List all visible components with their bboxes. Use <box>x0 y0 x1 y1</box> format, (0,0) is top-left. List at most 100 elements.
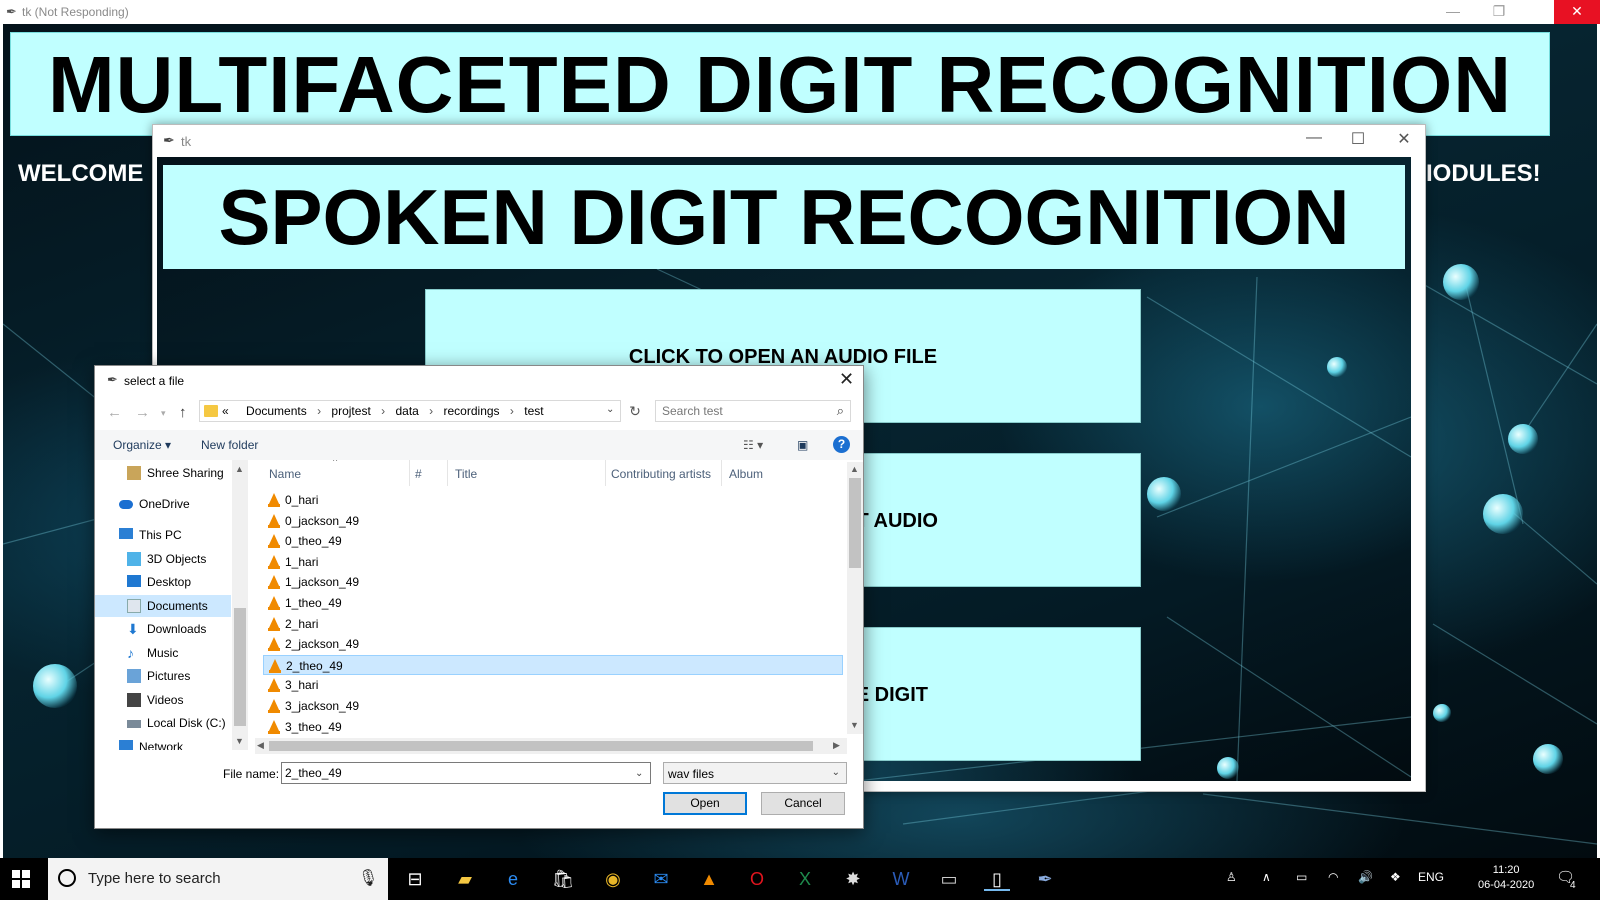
file-row[interactable]: 2_hari <box>263 614 843 634</box>
scroll-up-icon[interactable]: ▲ <box>850 464 859 474</box>
language-indicator[interactable]: ENG <box>1418 870 1444 884</box>
new-folder-button[interactable]: New folder <box>201 438 258 452</box>
wifi-icon[interactable]: ◠ <box>1328 870 1338 884</box>
edge-icon[interactable]: e <box>500 867 526 891</box>
tree-item-pictures[interactable]: Pictures <box>95 665 231 687</box>
mail-icon[interactable]: ✉ <box>648 867 674 891</box>
excel-icon[interactable]: X <box>792 867 818 891</box>
breadcrumb-test[interactable]: test <box>524 404 543 418</box>
view-options-icon[interactable]: ☷ ▾ <box>743 438 763 452</box>
breadcrumb-recordings[interactable]: recordings <box>444 404 500 418</box>
scroll-down-icon[interactable]: ▼ <box>235 736 244 746</box>
tree-item-downloads[interactable]: ⬇ Downloads <box>95 618 231 640</box>
breadcrumb-projtest[interactable]: projtest <box>331 404 370 418</box>
file-row[interactable]: 2_jackson_49 <box>263 634 843 654</box>
column-contributing-artists[interactable]: Contributing artists <box>611 467 711 481</box>
breadcrumb-data[interactable]: data <box>395 404 418 418</box>
word-icon[interactable]: W <box>888 867 914 891</box>
organize-button[interactable]: Organize ▾ <box>113 438 171 452</box>
tree-item-music[interactable]: ♪ Music <box>95 642 231 664</box>
address-bar[interactable]: « Documents › projtest › data › recordin… <box>199 400 621 422</box>
up-arrow-icon[interactable]: ↑ <box>179 404 187 421</box>
tree-item-videos[interactable]: Videos <box>95 689 231 711</box>
close-button[interactable]: ✕ <box>1389 129 1419 149</box>
scroll-left-icon[interactable]: ◀ <box>257 740 264 751</box>
clock[interactable]: 11:20 06-04-2020 <box>1478 863 1534 893</box>
open-button[interactable]: Open <box>663 792 747 815</box>
file-row[interactable]: 1_hari <box>263 552 843 572</box>
breadcrumb-documents[interactable]: Documents <box>246 404 307 418</box>
tree-item-3d-objects[interactable]: 3D Objects <box>95 548 231 570</box>
tree-item-network[interactable]: Network <box>95 736 231 750</box>
battery-icon[interactable]: ▭ <box>1296 870 1307 884</box>
refresh-icon[interactable]: ↻ <box>625 400 645 422</box>
notepad-icon[interactable]: ▯ <box>984 867 1010 891</box>
app-icon[interactable]: ✸ <box>840 867 866 891</box>
file-list-vertical-scrollbar[interactable]: ▲ ▼ <box>847 462 863 734</box>
file-name-dropdown-icon[interactable]: ⌄ <box>635 768 643 779</box>
column-name[interactable]: Name <box>269 467 301 481</box>
breadcrumb-overflow[interactable]: « <box>222 404 229 418</box>
tree-scrollbar[interactable]: ▲ ▼ <box>232 460 248 750</box>
show-hidden-icons[interactable]: ∧ <box>1262 870 1271 884</box>
volume-icon[interactable]: 🔊 <box>1358 870 1373 884</box>
tree-item-desktop[interactable]: Desktop <box>95 571 231 593</box>
file-row[interactable]: 0_hari <box>263 490 843 510</box>
file-row[interactable]: 1_theo_49 <box>263 593 843 613</box>
file-row[interactable]: 1_jackson_49 <box>263 572 843 592</box>
tree-scroll-thumb[interactable] <box>234 608 246 726</box>
python-feather-icon[interactable]: ✒ <box>1032 867 1058 891</box>
microphone-icon[interactable]: 🎙 <box>358 868 378 888</box>
scroll-down-icon[interactable]: ▼ <box>850 720 859 730</box>
taskbar-search-box[interactable]: Type here to search 🎙 <box>48 858 388 900</box>
tree-item-shree-sharing[interactable]: Shree Sharing <box>95 462 231 484</box>
file-row[interactable]: 3_theo_49 <box>263 717 843 737</box>
minimize-button[interactable]: — <box>1299 129 1329 147</box>
people-icon[interactable]: ♙ <box>1226 870 1237 884</box>
scroll-up-icon[interactable]: ▲ <box>235 464 244 474</box>
chrome-icon[interactable]: ◉ <box>600 867 626 891</box>
file-row[interactable]: 3_jackson_49 <box>263 696 843 716</box>
tree-item-local-disk[interactable]: Local Disk (C:) <box>95 712 231 734</box>
tree-item-documents[interactable]: Documents <box>95 595 231 617</box>
scroll-right-icon[interactable]: ▶ <box>833 740 840 751</box>
tree-item-this-pc[interactable]: This PC <box>95 524 231 546</box>
address-dropdown-icon[interactable]: ⌄ <box>606 404 614 415</box>
file-row[interactable]: 3_hari <box>263 675 843 695</box>
minimize-button[interactable]: — <box>1430 0 1476 24</box>
file-name-input[interactable] <box>281 762 651 784</box>
preview-pane-icon[interactable]: ▣ <box>797 438 808 452</box>
file-list-horizontal-scrollbar[interactable]: ◀ ▶ <box>255 738 847 754</box>
terminal-icon[interactable]: ▭ <box>936 867 962 891</box>
forward-arrow-icon[interactable]: → <box>135 404 150 421</box>
task-view-icon[interactable]: ⊟ <box>402 867 428 891</box>
recent-dropdown-icon[interactable]: ▾ <box>161 408 166 419</box>
close-button[interactable]: ✕ <box>1554 0 1600 24</box>
help-icon[interactable]: ? <box>833 436 850 453</box>
dialog-close-button[interactable]: ✕ <box>839 369 854 390</box>
store-icon[interactable]: 🛍 <box>550 867 576 891</box>
file-explorer-icon[interactable]: ▰ <box>452 867 478 891</box>
file-row[interactable]: 0_theo_49 <box>263 531 843 551</box>
vlc-icon[interactable]: ▲ <box>696 867 722 891</box>
opera-icon[interactable]: O <box>744 867 770 891</box>
back-arrow-icon[interactable]: ← <box>107 404 122 421</box>
file-row[interactable]: 2_theo_49 <box>263 654 843 675</box>
file-list-header: Name ^ # Title Contributing artists Albu… <box>261 460 847 486</box>
file-row[interactable]: 0_jackson_49 <box>263 511 843 531</box>
windows-start-icon[interactable] <box>12 870 30 888</box>
maximize-button[interactable]: ☐ <box>1343 129 1373 149</box>
vlc-file-icon <box>268 493 280 507</box>
maximize-button[interactable]: ❐ <box>1476 0 1522 24</box>
dialog-title: select a file <box>124 374 185 388</box>
search-input[interactable]: Search test ⌕ <box>655 400 851 422</box>
tree-item-onedrive[interactable]: OneDrive <box>95 493 231 515</box>
column-number[interactable]: # <box>415 467 422 481</box>
file-list-hscroll-thumb[interactable] <box>269 741 813 751</box>
file-list-scroll-thumb[interactable] <box>849 478 861 568</box>
column-album[interactable]: Album <box>729 467 763 481</box>
cancel-button[interactable]: Cancel <box>761 792 845 815</box>
file-type-select[interactable]: wav files ⌄ <box>663 762 847 784</box>
column-title[interactable]: Title <box>455 467 477 481</box>
dropbox-icon[interactable]: ❖ <box>1390 870 1401 884</box>
